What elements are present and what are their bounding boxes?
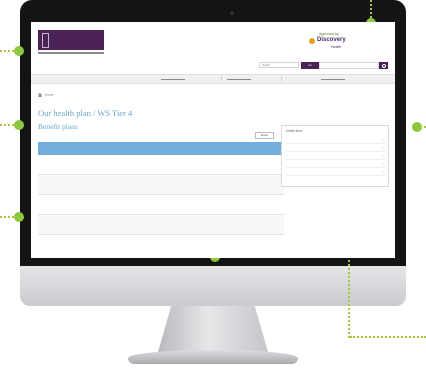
breadcrumb[interactable]: Home <box>45 92 54 98</box>
table-cell <box>224 194 248 215</box>
logo-mark <box>42 33 49 48</box>
table-cell <box>224 155 248 175</box>
table-cell <box>248 194 274 215</box>
chevron-right-icon: › <box>383 161 384 165</box>
table-cell <box>190 194 224 215</box>
panel-link[interactable]: › <box>286 144 386 152</box>
browser-screen: Approved by Discovery Health Search Go H… <box>31 22 395 258</box>
table-cell <box>158 155 190 175</box>
table-header-row <box>38 142 284 155</box>
chevron-right-icon: › <box>383 153 384 157</box>
table-row[interactable] <box>38 155 284 175</box>
table-cell <box>126 174 158 195</box>
callout-line-right <box>420 126 426 128</box>
callout-dot-left-1 <box>14 46 24 56</box>
site-logo[interactable] <box>38 30 104 50</box>
table-cell <box>78 174 126 195</box>
table-cell <box>158 174 190 195</box>
monitor-stand <box>158 306 268 352</box>
nav-tab-3[interactable] <box>281 77 381 81</box>
main-navigation <box>31 74 395 84</box>
panel-link[interactable]: › <box>286 160 386 168</box>
chevron-right-icon: › <box>383 145 384 149</box>
table-cell <box>78 155 126 175</box>
callout-line-left-1 <box>0 50 14 52</box>
column-header[interactable] <box>248 142 274 155</box>
table-cell <box>38 174 78 195</box>
partner-logo-name: Discovery <box>317 37 346 43</box>
table-cell <box>38 194 78 215</box>
nav-tab-2[interactable] <box>221 77 282 81</box>
panel-link[interactable]: › <box>286 136 386 144</box>
table-cell[interactable] <box>274 194 284 215</box>
callout-line-left-2 <box>0 124 14 126</box>
search-icon[interactable] <box>379 62 388 69</box>
search-button[interactable]: Go <box>301 62 319 69</box>
table-cell <box>248 214 274 235</box>
export-button[interactable]: Export <box>255 132 274 139</box>
chevron-right-icon: › <box>383 137 384 141</box>
table-cell <box>38 155 78 175</box>
table-cell[interactable] <box>274 214 284 235</box>
results-table <box>38 142 284 235</box>
partner-logo-icon <box>309 38 315 44</box>
table-cell <box>38 214 78 235</box>
table-cell <box>126 214 158 235</box>
callout-dot-left-2 <box>14 120 24 130</box>
nav-tab-1[interactable] <box>131 77 222 81</box>
nav-tab-3-label <box>321 78 345 80</box>
table-cell <box>190 155 224 175</box>
column-header[interactable] <box>158 142 190 155</box>
table-cell <box>224 174 248 195</box>
table-row[interactable] <box>38 174 284 195</box>
table-cell <box>78 194 126 215</box>
table-cell <box>248 174 274 195</box>
column-header[interactable] <box>190 142 224 155</box>
panel-title: Useful links <box>286 129 303 133</box>
chevron-right-icon: › <box>383 169 384 173</box>
table-cell <box>224 214 248 235</box>
site-header: Approved by Discovery Health <box>31 22 395 62</box>
camera-dot <box>230 11 234 15</box>
callout-line-top <box>370 0 372 18</box>
nav-tab-2-label <box>227 78 251 80</box>
logo-tagline <box>38 52 104 54</box>
column-header[interactable] <box>126 142 158 155</box>
column-header[interactable] <box>78 142 126 155</box>
partner-logo-small: Approved by <box>319 32 339 36</box>
monitor-base <box>128 350 298 364</box>
secondary-field[interactable] <box>319 62 379 69</box>
table-cell <box>158 214 190 235</box>
callout-dot-left-3 <box>14 212 24 222</box>
panel-link[interactable]: › <box>286 152 386 160</box>
table-cell <box>190 174 224 195</box>
top-search-bar: Search Go <box>31 62 395 69</box>
table-cell <box>126 155 158 175</box>
partner-logo: Approved by Discovery Health <box>307 32 367 52</box>
home-icon[interactable] <box>38 93 42 97</box>
table-cell <box>126 194 158 215</box>
useful-links-panel: Useful links › › › › › <box>281 125 389 187</box>
table-cell <box>158 194 190 215</box>
callout-line-left-3 <box>0 216 14 218</box>
search-input[interactable]: Search <box>259 62 299 68</box>
table-cell <box>190 214 224 235</box>
table-row[interactable] <box>38 194 284 215</box>
table-cell <box>78 214 126 235</box>
table-cell <box>248 155 274 175</box>
table-row[interactable] <box>38 214 284 235</box>
partner-logo-sub: Health <box>331 45 342 49</box>
column-header[interactable] <box>224 142 248 155</box>
page-title: Our health plan / WS Tier 4 <box>38 108 133 118</box>
callout-line-bottom-v <box>348 256 350 338</box>
callout-line-bottom-h2 <box>350 336 426 338</box>
section-title: Benefit plans <box>38 122 78 131</box>
nav-tab-1-label <box>161 78 185 80</box>
column-header[interactable] <box>38 142 78 155</box>
panel-link[interactable]: › <box>286 168 386 176</box>
